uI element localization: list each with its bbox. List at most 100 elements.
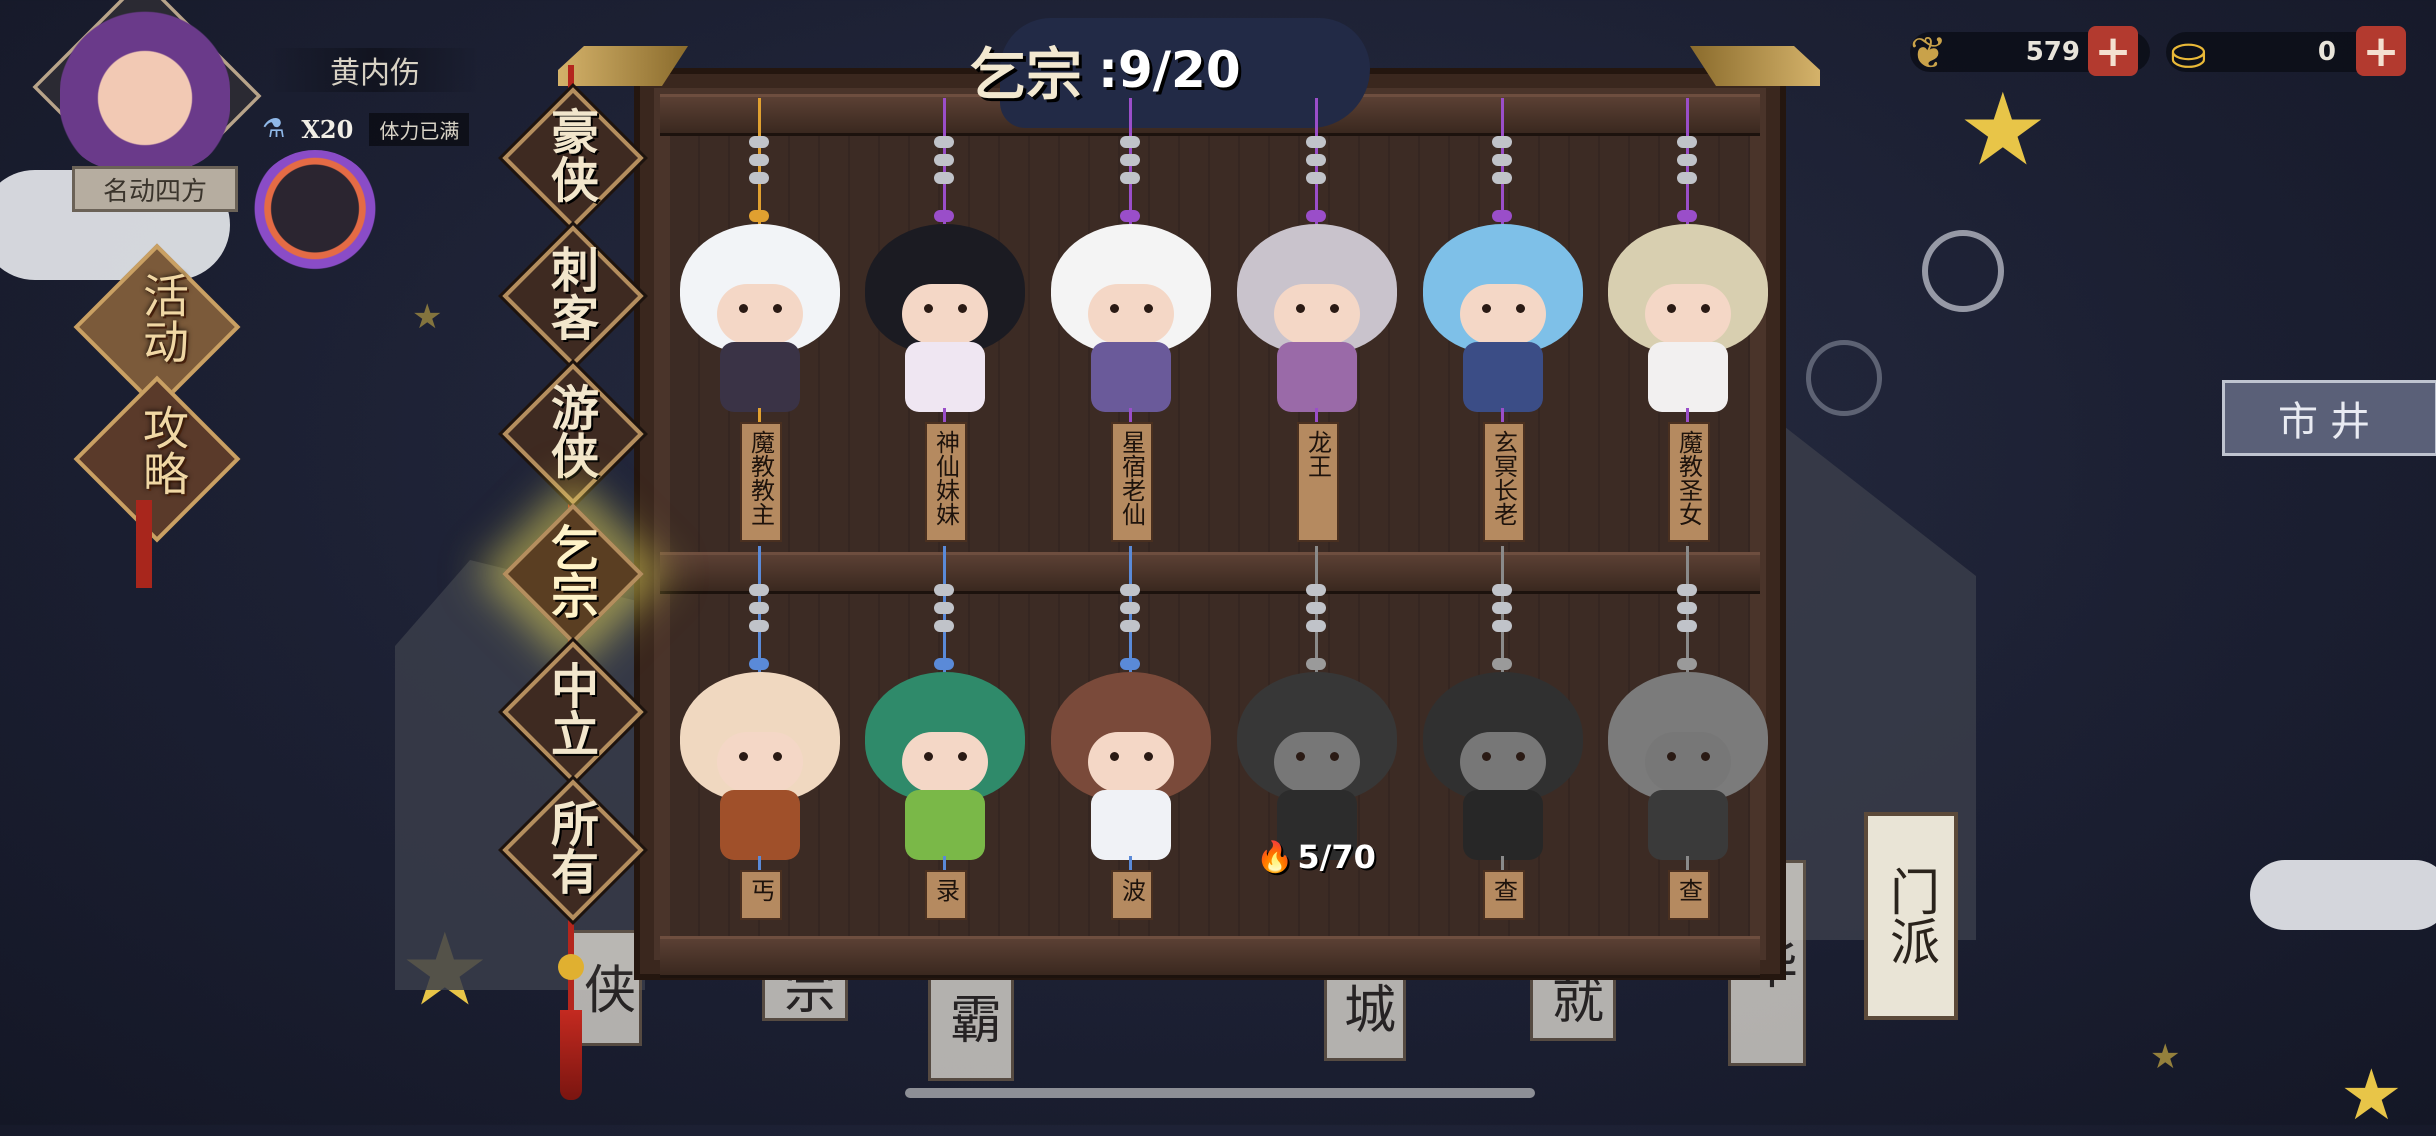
- character-slot[interactable]: 玄冥长老: [1418, 98, 1588, 578]
- character-eye: [1296, 304, 1305, 313]
- character-face: [1274, 284, 1360, 344]
- category-tab[interactable]: 乞宗: [502, 503, 644, 645]
- home-indicator[interactable]: [905, 1088, 1535, 1098]
- add-gold-button[interactable]: +: [2356, 26, 2406, 77]
- character-slot[interactable]: 查: [1603, 546, 1773, 1026]
- string-bead: [749, 136, 769, 148]
- character-eye: [1667, 752, 1676, 761]
- tag-string: [943, 408, 946, 422]
- character-body: [1463, 790, 1543, 860]
- string-bead: [749, 620, 769, 632]
- sect-button[interactable]: 门派: [1864, 812, 1958, 1020]
- character-eye: [1144, 752, 1153, 761]
- character-name-tag: 玄冥长老: [1483, 422, 1525, 542]
- character-body: [905, 790, 985, 860]
- character-body: [1648, 790, 1728, 860]
- category-tab-label: 中立: [542, 661, 598, 757]
- character-eye: [958, 304, 967, 313]
- string-bead: [1677, 136, 1697, 148]
- character-body: [1648, 342, 1728, 412]
- event-button[interactable]: 活动: [73, 243, 241, 411]
- character-body: [1091, 342, 1171, 412]
- character-eye: [1667, 304, 1676, 313]
- character-slot[interactable]: 星宿老仙: [1046, 98, 1216, 578]
- avatar[interactable]: [60, 10, 230, 170]
- string-bead: [934, 584, 954, 596]
- string-bead: [934, 602, 954, 614]
- string-bead: [1492, 602, 1512, 614]
- background-star: ★: [412, 297, 443, 337]
- character-slot[interactable]: 波: [1046, 546, 1216, 1026]
- string-bead: [1120, 172, 1140, 184]
- gold-ingot-icon: ⛀: [2170, 28, 2207, 79]
- string-bead: [749, 658, 769, 670]
- string-bead: [1492, 172, 1512, 184]
- category-tab-label: 所有: [542, 799, 598, 895]
- string-bead: [749, 584, 769, 596]
- character-eye: [924, 752, 933, 761]
- category-tab-label: 豪侠: [542, 107, 598, 203]
- tag-string: [758, 408, 761, 422]
- character-slot[interactable]: 录: [860, 546, 1030, 1026]
- category-tab[interactable]: 游侠: [502, 363, 644, 505]
- string-bead: [749, 602, 769, 614]
- category-tab[interactable]: 中立: [502, 641, 644, 783]
- leaf-amount: 579: [2025, 37, 2080, 67]
- character-eye: [1516, 752, 1525, 761]
- tag-string: [1686, 856, 1689, 870]
- character-slot[interactable]: 丐: [675, 546, 845, 1026]
- character-body: [720, 342, 800, 412]
- category-tab[interactable]: 所有: [502, 779, 644, 921]
- character-face: [1460, 732, 1546, 792]
- string-bead: [1306, 172, 1326, 184]
- string-bead: [749, 172, 769, 184]
- string-bead: [1677, 620, 1697, 632]
- character-name-tag: 查: [1483, 870, 1525, 920]
- string-bead: [934, 658, 954, 670]
- player-title-plate: 名动四方: [72, 166, 238, 212]
- character-slot[interactable]: 查: [1418, 546, 1588, 1026]
- character-slot[interactable]: 魔教教主: [675, 98, 845, 578]
- character-body: [720, 790, 800, 860]
- string-bead: [1306, 154, 1326, 166]
- string-bead: [1120, 154, 1140, 166]
- string-bead: [1120, 602, 1140, 614]
- character-eye: [739, 752, 748, 761]
- tag-string: [1686, 408, 1689, 422]
- character-eye: [1110, 752, 1119, 761]
- string-bead: [1677, 172, 1697, 184]
- stamina-potion-icon: ⚗: [262, 114, 286, 144]
- character-body: [1277, 342, 1357, 412]
- market-button[interactable]: 市井: [2222, 380, 2436, 456]
- character-slot[interactable]: 龙王: [1232, 98, 1402, 578]
- add-leaf-button[interactable]: +: [2088, 26, 2138, 77]
- background-star: ★: [2340, 1054, 2403, 1136]
- string-bead: [1306, 658, 1326, 670]
- character-slot[interactable]: 🔥 5/70: [1232, 546, 1402, 1026]
- character-eye: [739, 304, 748, 313]
- string-bead: [749, 210, 769, 222]
- pet-avatar[interactable]: [250, 150, 380, 280]
- character-name-tag: 星宿老仙: [1111, 422, 1153, 542]
- character-name-tag: 魔教圣女: [1668, 422, 1710, 542]
- guide-button[interactable]: 攻略: [73, 375, 241, 543]
- guide-label: 攻略: [136, 404, 190, 496]
- string-bead: [934, 620, 954, 632]
- guide-tassel: [136, 500, 152, 588]
- tag-string: [1129, 408, 1132, 422]
- background-ring: [1922, 230, 2004, 312]
- string-bead: [1120, 210, 1140, 222]
- character-face: [902, 732, 988, 792]
- character-eye: [1144, 304, 1153, 313]
- string-bead: [1120, 658, 1140, 670]
- category-tab[interactable]: 刺客: [502, 225, 644, 367]
- category-tab[interactable]: 豪侠: [502, 87, 644, 229]
- character-slot[interactable]: 魔教圣女: [1603, 98, 1773, 578]
- character-eye: [1701, 752, 1710, 761]
- category-tab-label: 刺客: [542, 245, 598, 341]
- background-star: ★: [1958, 71, 2048, 188]
- unlock-progress-text: 5/70: [1297, 838, 1376, 876]
- character-eye: [924, 304, 933, 313]
- character-eye: [958, 752, 967, 761]
- character-slot[interactable]: 神仙妹妹: [860, 98, 1030, 578]
